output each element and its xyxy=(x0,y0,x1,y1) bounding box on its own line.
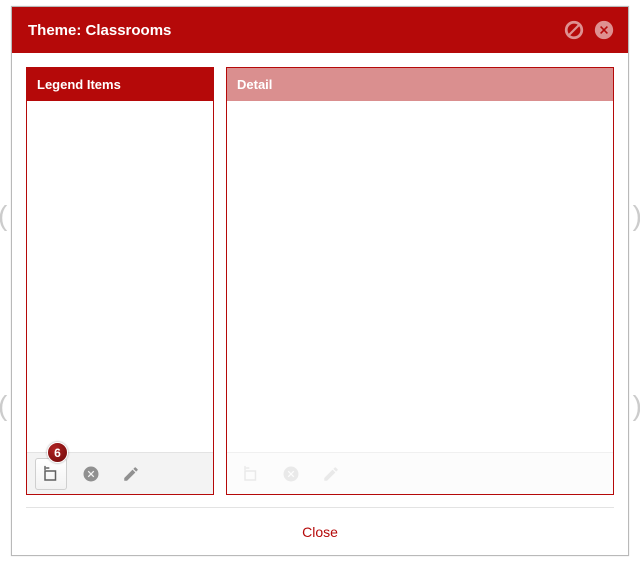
new-item-button[interactable] xyxy=(35,458,67,490)
detail-panel: Detail xyxy=(226,67,614,495)
close-button[interactable]: Close xyxy=(302,524,338,540)
background-glyph: ) xyxy=(633,200,640,232)
delete-item-button[interactable] xyxy=(75,458,107,490)
new-item-icon xyxy=(242,465,260,483)
background-glyph: ( xyxy=(0,390,7,422)
remove-circle-icon xyxy=(82,465,100,483)
legend-toolbar: 6 xyxy=(27,452,213,494)
legend-list xyxy=(27,101,213,452)
edit-item-button[interactable] xyxy=(115,458,147,490)
new-item-icon xyxy=(42,465,60,483)
delete-detail-button xyxy=(275,458,307,490)
remove-circle-icon xyxy=(282,465,300,483)
edit-detail-button xyxy=(315,458,347,490)
background-glyph: ( xyxy=(0,200,7,232)
close-icon[interactable] xyxy=(592,18,616,42)
dialog-title: Theme: Classrooms xyxy=(28,22,556,39)
detail-header: Detail xyxy=(227,68,613,101)
new-detail-button xyxy=(235,458,267,490)
pencil-icon xyxy=(122,465,140,483)
block-icon[interactable] xyxy=(562,18,586,42)
dialog-footer: Close xyxy=(26,507,614,555)
dialog-titlebar: Theme: Classrooms xyxy=(12,7,628,53)
background-glyph: ) xyxy=(633,390,640,422)
dialog-body: Legend Items 6 xyxy=(12,53,628,503)
theme-dialog: Theme: Classrooms Legend Items 6 xyxy=(11,6,629,556)
step-badge: 6 xyxy=(47,442,68,463)
legend-header: Legend Items xyxy=(27,68,213,101)
pencil-icon xyxy=(322,465,340,483)
detail-toolbar xyxy=(227,452,613,494)
legend-panel: Legend Items 6 xyxy=(26,67,214,495)
detail-content xyxy=(227,101,613,452)
